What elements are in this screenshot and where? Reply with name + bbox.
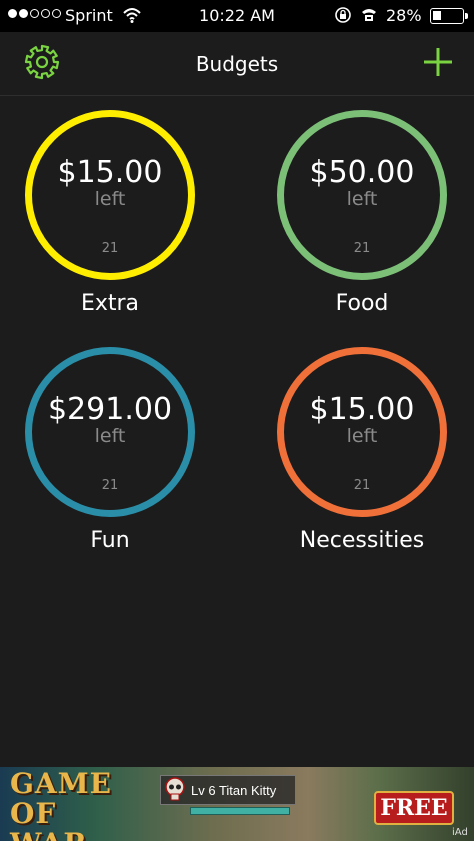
budget-left-label: left: [94, 188, 126, 210]
budget-left-label: left: [346, 188, 378, 210]
ad-kitty-label: Lv 6 Titan Kitty: [191, 782, 277, 798]
budget-day: 21: [353, 241, 371, 256]
budget-left-label: left: [346, 425, 378, 447]
budget-name: Necessities: [299, 528, 425, 553]
ad-free-button[interactable]: FREE: [374, 791, 454, 825]
budget-amount: $291.00: [47, 392, 173, 427]
page-title: Budgets: [195, 52, 279, 76]
ad-game-title: GAME OF WAR: [10, 767, 112, 841]
status-bar: Sprint 10:22 AM 28%: [0, 0, 474, 32]
battery-fill: [433, 11, 441, 20]
budget-amount: $50.00: [309, 155, 415, 190]
budget-name: Fun: [90, 528, 130, 553]
ad-kitty-badge: Lv 6 Titan Kitty: [160, 775, 296, 805]
budget-amount: $15.00: [57, 155, 163, 190]
budget-name: Food: [335, 291, 389, 316]
call-forwarding-icon: [362, 9, 376, 21]
battery-percent: 28%: [386, 6, 422, 25]
battery-icon: [430, 8, 464, 24]
budget-day: 21: [101, 241, 119, 256]
budget-day: 21: [101, 478, 119, 493]
plus-icon[interactable]: [420, 44, 456, 80]
budget-name: Extra: [80, 291, 140, 316]
budget-ring: $291.00 left 21: [25, 347, 195, 517]
battery-nub: [465, 13, 468, 19]
budget-left-label: left: [94, 425, 126, 447]
nav-bar: Budgets: [0, 32, 474, 96]
budget-card-necessities[interactable]: $15.00 left 21 Necessities: [252, 347, 472, 587]
iad-label: iAd: [452, 827, 468, 838]
ad-banner[interactable]: GAME OF WAR Lv 6 Titan Kitty FREE iAd: [0, 767, 474, 841]
budget-card-food[interactable]: $50.00 left 21 Food: [252, 110, 472, 350]
rotation-lock-icon: [335, 7, 351, 23]
budget-card-fun[interactable]: $291.00 left 21 Fun: [0, 347, 220, 587]
ad-progress-bar: [190, 807, 290, 815]
budget-card-extra[interactable]: $15.00 left 21 Extra: [0, 110, 220, 350]
budget-amount: $15.00: [309, 392, 415, 427]
budget-ring: $50.00 left 21: [277, 110, 447, 280]
skull-icon: [165, 777, 185, 801]
budget-ring: $15.00 left 21: [277, 347, 447, 517]
budget-day: 21: [353, 478, 371, 493]
budget-ring: $15.00 left 21: [25, 110, 195, 280]
